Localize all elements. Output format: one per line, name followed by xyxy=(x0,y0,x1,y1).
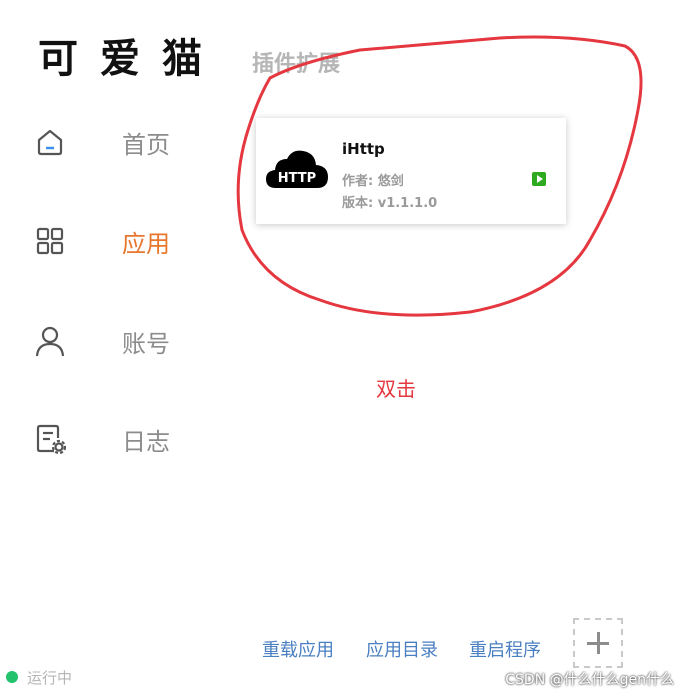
plugin-author: 作者: 悠剑 xyxy=(342,174,404,189)
plugin-card-ihttp[interactable]: HTTP iHttp 作者: 悠剑 版本: v1.1.1.0 xyxy=(256,118,566,224)
restart-program-button[interactable]: 重启程序 xyxy=(469,636,541,662)
annotation-double-click: 双击 xyxy=(376,377,416,401)
app-directory-button[interactable]: 应用目录 xyxy=(366,636,438,662)
nav-label-apps: 应用 xyxy=(122,229,170,258)
section-title: 插件扩展 xyxy=(252,52,341,77)
status-indicator xyxy=(6,671,18,683)
app-title: 可爱猫 xyxy=(38,35,224,82)
reload-apps-button[interactable]: 重载应用 xyxy=(262,636,334,662)
nav-label-account: 账号 xyxy=(122,329,170,358)
status-text: 运行中 xyxy=(27,669,73,687)
play-icon[interactable] xyxy=(532,172,546,186)
nav-item-apps[interactable]: 应用 xyxy=(34,221,170,261)
log-settings-icon xyxy=(34,423,66,455)
add-plugin-button[interactable] xyxy=(573,618,623,668)
nav-label-home: 首页 xyxy=(122,130,170,159)
home-icon xyxy=(34,126,66,158)
nav-item-home[interactable]: 首页 xyxy=(34,122,170,162)
watermark: CSDN @什么什么gen什么 xyxy=(505,672,674,688)
nav-item-account[interactable]: 账号 xyxy=(34,321,170,361)
nav-item-log[interactable]: 日志 xyxy=(34,419,170,459)
plugin-name: iHttp xyxy=(342,140,385,158)
nav-label-log: 日志 xyxy=(122,427,170,456)
user-icon xyxy=(34,325,66,357)
apps-grid-icon xyxy=(34,225,66,257)
plugin-version: 版本: v1.1.1.0 xyxy=(342,196,438,211)
cloud-icon: HTTP xyxy=(264,144,330,190)
plugin-logo-text: HTTP xyxy=(278,171,316,186)
